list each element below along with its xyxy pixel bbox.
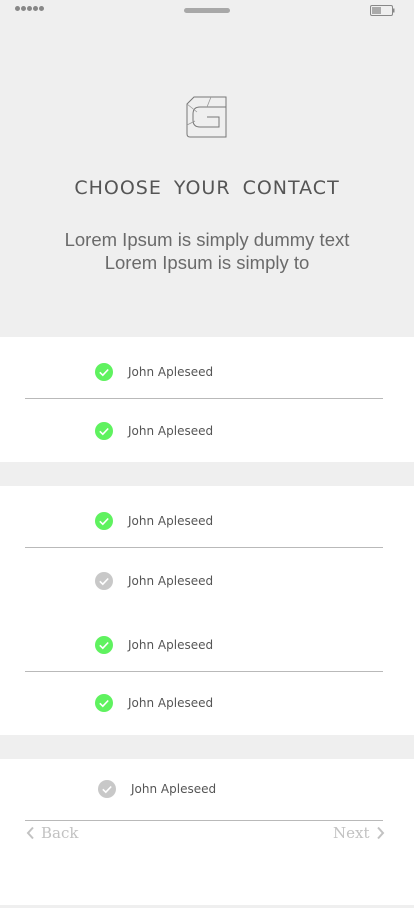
battery-icon [370, 5, 395, 16]
contact-name: John Apleseed [128, 638, 214, 652]
contact-row[interactable]: John Apleseed [98, 779, 216, 799]
check-circle-icon [95, 422, 113, 440]
next-label: Next [333, 824, 370, 842]
divider [25, 671, 383, 672]
subtitle-line-1: Lorem Ipsum is simply dummy text [64, 229, 350, 250]
back-label: Back [41, 824, 79, 842]
contact-row[interactable]: John Apleseed [95, 421, 213, 441]
contact-row[interactable]: John Apleseed [95, 693, 213, 713]
divider [25, 820, 383, 821]
check-circle-icon [95, 512, 113, 530]
contact-row[interactable]: John Apleseed [95, 511, 213, 531]
contact-row[interactable]: John Apleseed [95, 571, 213, 591]
contact-row[interactable]: John Apleseed [95, 635, 213, 655]
contact-name: John Apleseed [128, 514, 214, 528]
back-button[interactable]: Back [26, 824, 78, 842]
divider [25, 547, 383, 548]
next-button[interactable]: Next [333, 824, 385, 842]
logo-icon [186, 96, 227, 138]
page-title: CHOOSE YOUR CONTACT [74, 177, 340, 199]
divider [25, 398, 383, 399]
chevron-right-icon [376, 826, 384, 840]
check-circle-icon [95, 572, 113, 590]
notch-pill [184, 8, 230, 13]
section-separator [0, 735, 414, 759]
section-separator [0, 462, 414, 486]
check-circle-icon [95, 363, 113, 381]
contact-name: John Apleseed [128, 574, 214, 588]
status-bar [0, 0, 414, 22]
contact-name: John Apleseed [128, 424, 214, 438]
check-circle-icon [95, 636, 113, 654]
contact-name: John Apleseed [128, 365, 214, 379]
check-circle-icon [98, 780, 116, 798]
contact-name: John Apleseed [128, 696, 214, 710]
subtitle-line-2: Lorem Ipsum is simply to [104, 252, 310, 273]
contact-name: John Apleseed [131, 782, 217, 796]
header: CHOOSE YOUR CONTACT Lorem Ipsum is simpl… [0, 22, 414, 337]
chevron-left-icon [26, 826, 34, 840]
check-circle-icon [95, 694, 113, 712]
contact-row[interactable]: John Apleseed [95, 362, 213, 382]
signal-icon [15, 6, 44, 11]
subtitle: Lorem Ipsum is simply dummy text Lorem I… [0, 228, 414, 274]
